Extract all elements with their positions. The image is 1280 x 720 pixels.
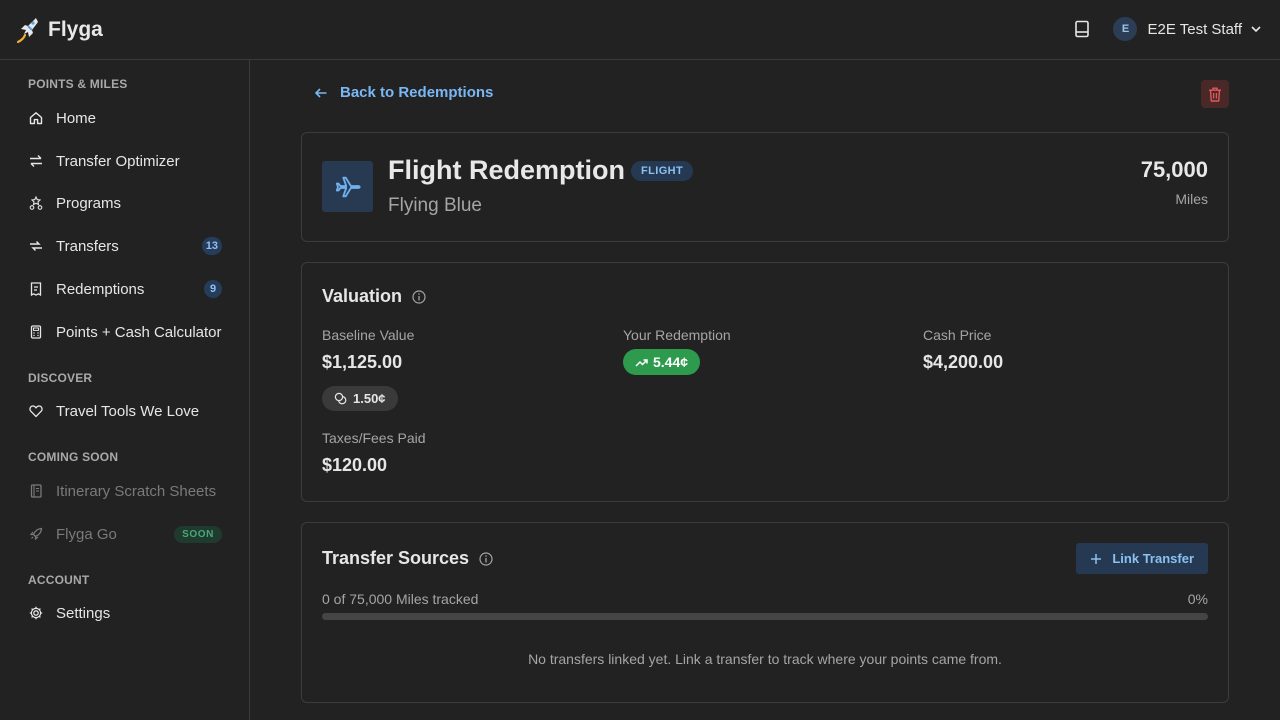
main-content: Back to Redemptions Flight Redemption FL… xyxy=(250,60,1280,720)
sidebar-item-transfers[interactable]: Transfers 13 xyxy=(28,231,222,261)
sidebar-item-settings[interactable]: Settings xyxy=(28,598,222,628)
miles-unit: Miles xyxy=(1175,191,1208,207)
progress-percent: 0% xyxy=(1187,591,1208,607)
sidebar-item-itinerary-scratch-sheets: Itinerary Scratch Sheets xyxy=(28,476,222,506)
notebook-icon xyxy=(28,483,44,499)
sidebar-item-programs[interactable]: Programs xyxy=(28,188,222,218)
transfer-sources-title-text: Transfer Sources xyxy=(322,548,470,568)
arrow-left-icon xyxy=(314,87,327,98)
redemptions-count-badge: 9 xyxy=(204,280,222,298)
sidebar-item-transfer-optimizer[interactable]: Transfer Optimizer xyxy=(28,146,222,176)
sidebar-item-home[interactable]: Home xyxy=(28,103,222,133)
redemption-header-card: Flight Redemption FLIGHT Flying Blue 75,… xyxy=(301,132,1229,242)
valuation-title: Valuation xyxy=(322,286,426,307)
sidebar-item-label: Travel Tools We Love xyxy=(56,402,200,420)
progress-bar xyxy=(322,613,1208,620)
calculator-icon xyxy=(28,324,44,340)
sidebar: POINTS & MILES Home Transfer Optimizer P… xyxy=(0,60,250,720)
home-icon xyxy=(28,110,44,126)
book-icon[interactable] xyxy=(1071,18,1093,40)
receipt-icon xyxy=(28,281,44,297)
empty-state-message: No transfers linked yet. Link a transfer… xyxy=(528,651,1002,667)
trash-icon xyxy=(1209,87,1221,102)
sidebar-item-flyga-go: Flyga Go SOON xyxy=(28,519,222,549)
link-transfer-label: Link Transfer xyxy=(1112,551,1194,566)
transfer-sources-card: Transfer Sources Link Transfer 0 of 75,0… xyxy=(301,522,1229,703)
avatar[interactable]: E xyxy=(1113,17,1138,41)
stars-icon xyxy=(28,195,44,211)
heart-icon xyxy=(28,403,44,419)
trending-up-icon xyxy=(635,358,648,367)
chevron-down-icon[interactable] xyxy=(1250,23,1262,35)
app-logo[interactable]: Flyga xyxy=(16,16,103,44)
baseline-value-label: Baseline Value xyxy=(322,327,415,343)
section-title-account: ACCOUNT xyxy=(28,573,90,587)
info-icon[interactable] xyxy=(479,551,493,566)
valuation-card: Valuation Baseline Value $1,125.00 1.50¢… xyxy=(301,262,1229,502)
sidebar-item-label: Settings xyxy=(56,604,111,622)
gear-icon xyxy=(28,605,44,621)
section-title-coming-soon: COMING SOON xyxy=(28,450,119,464)
sidebar-item-redemptions[interactable]: Redemptions 9 xyxy=(28,274,222,304)
sidebar-item-points-cash-calculator[interactable]: Points + Cash Calculator xyxy=(28,317,222,347)
coins-icon xyxy=(334,392,347,405)
link-transfer-button[interactable]: Link Transfer xyxy=(1076,543,1208,574)
transfer-icon xyxy=(28,238,44,254)
miles-amount: 75,000 xyxy=(1140,157,1208,182)
swap-icon xyxy=(28,153,44,169)
plus-icon xyxy=(1091,553,1102,564)
sidebar-item-label: Home xyxy=(56,109,97,127)
sidebar-item-label: Itinerary Scratch Sheets xyxy=(56,482,217,500)
sidebar-item-label: Transfer Optimizer xyxy=(56,152,180,170)
your-redemption-label: Your Redemption xyxy=(623,327,731,343)
top-bar: Flyga E E2E Test Staff xyxy=(0,0,1280,60)
sidebar-item-label: Points + Cash Calculator xyxy=(56,323,222,341)
user-name[interactable]: E2E Test Staff xyxy=(1147,21,1242,38)
page-title: Flight Redemption xyxy=(388,155,625,185)
soon-badge: SOON xyxy=(174,525,222,543)
transfers-count-badge: 13 xyxy=(201,237,222,255)
sidebar-item-label: Transfers xyxy=(56,237,119,255)
section-title-discover: DISCOVER xyxy=(28,371,93,385)
valuation-title-text: Valuation xyxy=(322,286,403,306)
taxes-fees-value: $120.00 xyxy=(322,455,388,475)
rocket-icon xyxy=(28,526,44,542)
baseline-cpp-badge: 1.50¢ xyxy=(322,386,398,411)
your-cpp-badge: 5.44¢ xyxy=(623,349,701,375)
delete-button[interactable] xyxy=(1201,80,1229,108)
sidebar-item-label: Programs xyxy=(56,194,122,212)
transfer-sources-title: Transfer Sources xyxy=(322,548,493,569)
back-label: Back to Redemptions xyxy=(340,84,494,101)
cash-price-label: Cash Price xyxy=(923,327,992,343)
section-title-points-miles: POINTS & MILES xyxy=(28,77,128,91)
baseline-cpp-text: 1.50¢ xyxy=(353,391,386,406)
back-to-redemptions-link[interactable]: Back to Redemptions xyxy=(314,84,493,101)
program-name: Flying Blue xyxy=(388,195,482,216)
type-badge: FLIGHT xyxy=(631,161,694,181)
taxes-fees-label: Taxes/Fees Paid xyxy=(322,430,426,446)
sidebar-item-travel-tools[interactable]: Travel Tools We Love xyxy=(28,396,222,426)
your-cpp-text: 5.44¢ xyxy=(653,354,689,370)
sidebar-item-label: Flyga Go xyxy=(56,525,117,543)
baseline-value: $1,125.00 xyxy=(322,352,403,372)
plane-icon xyxy=(322,161,373,212)
info-icon[interactable] xyxy=(412,289,426,304)
cash-price-value: $4,200.00 xyxy=(923,352,1004,372)
sidebar-item-label: Redemptions xyxy=(56,280,145,298)
progress-text: 0 of 75,000 Miles tracked xyxy=(322,591,479,607)
rocket-logo-icon xyxy=(16,18,38,44)
app-name: Flyga xyxy=(48,18,103,41)
